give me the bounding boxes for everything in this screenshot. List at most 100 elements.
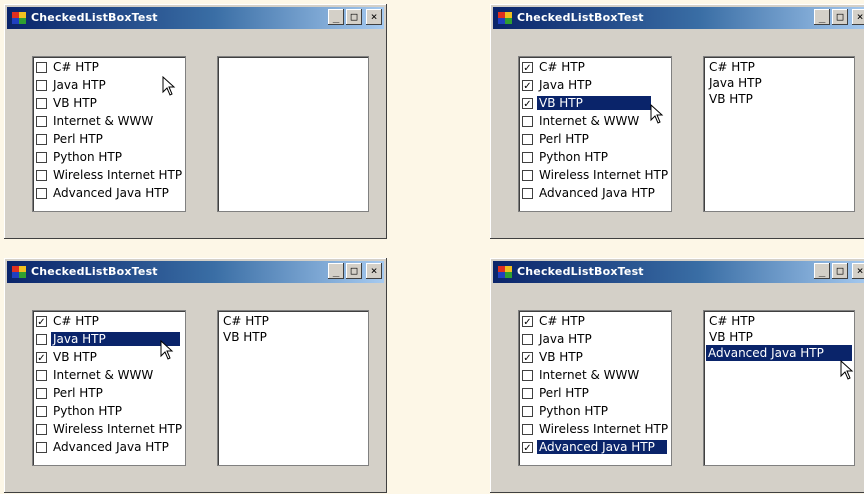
checkbox-checked[interactable]: ✓ [522,61,533,74]
list-item[interactable]: Advanced Java HTP [36,184,171,202]
list-item[interactable]: ✓ C# HTP [522,58,587,76]
checked-list-box[interactable]: ✓ C# HTP Java HTP ✓ VB HTP Internet & WWW … [32,310,186,466]
list-item[interactable]: VB HTP [36,94,99,112]
checkbox[interactable] [36,187,47,199]
list-item-selected[interactable]: ✓ Advanced Java HTP [522,438,667,456]
list-item[interactable]: Perl HTP [522,384,591,402]
list-item[interactable]: ✓ Java HTP [522,76,594,94]
checkbox[interactable] [36,333,47,345]
list-item[interactable]: C# HTP [36,58,101,76]
checkbox[interactable] [36,115,47,127]
list-item-label: VB HTP [53,96,97,110]
checkbox[interactable] [522,187,533,199]
list-item[interactable]: Internet & WWW [522,366,641,384]
checkbox-checked[interactable]: ✓ [522,97,533,110]
title-bar[interactable]: CheckedListBoxTest _ □ × [493,261,864,283]
close-button[interactable]: × [852,9,864,25]
list-item[interactable]: ✓ C# HTP [522,312,587,330]
minimize-button[interactable]: _ [328,263,344,279]
list-item[interactable]: ✓ VB HTP [522,348,585,366]
title-bar[interactable]: CheckedListBoxTest _ □ × [493,7,864,29]
list-item[interactable]: Java HTP [522,330,594,348]
checkbox[interactable] [522,387,533,399]
window-4: CheckedListBoxTest _ □ × ✓ C# HTP Java HT… [490,258,864,493]
checkbox-checked[interactable]: ✓ [36,351,47,364]
checkbox[interactable] [522,151,533,163]
list-item[interactable]: Internet & WWW [522,112,641,130]
close-button[interactable]: × [366,9,382,25]
checkbox-checked[interactable]: ✓ [522,351,533,364]
maximize-button[interactable]: □ [346,263,362,279]
checkbox[interactable] [36,79,47,91]
list-item[interactable]: VB HTP [221,329,269,345]
checkbox[interactable] [36,387,47,399]
checkbox[interactable] [522,405,533,417]
list-item[interactable]: Internet & WWW [36,112,155,130]
checkbox-checked[interactable]: ✓ [522,441,533,454]
list-item[interactable]: Perl HTP [36,384,105,402]
close-button[interactable]: × [852,263,864,279]
window-1: CheckedListBoxTest _ □ × C# HTP Java HTP… [4,4,387,239]
list-item-selected[interactable]: Java HTP [36,330,180,348]
list-item[interactable]: C# HTP [707,313,757,329]
checkbox[interactable] [522,133,533,145]
list-item[interactable]: Advanced Java HTP [522,184,657,202]
list-item[interactable]: Perl HTP [522,130,591,148]
checkbox[interactable] [36,423,47,435]
minimize-button[interactable]: _ [814,263,830,279]
checkbox[interactable] [36,151,47,163]
selected-books-list-box[interactable] [217,56,369,212]
checkbox[interactable] [36,405,47,417]
list-item[interactable]: Python HTP [36,402,124,420]
list-item[interactable]: Wireless Internet HTP [36,420,184,438]
selected-books-list-box[interactable]: C# HTP Java HTP VB HTP [703,56,855,212]
checked-list-box[interactable]: ✓ C# HTP Java HTP ✓ VB HTP Internet & WWW … [518,310,672,466]
list-item[interactable]: Python HTP [36,148,124,166]
close-button[interactable]: × [366,263,382,279]
checkbox[interactable] [36,61,47,73]
list-item[interactable]: Internet & WWW [36,366,155,384]
list-item-selected[interactable]: ✓ VB HTP [522,94,651,112]
list-item[interactable]: Java HTP [36,76,108,94]
list-item[interactable]: Advanced Java HTP [36,438,171,456]
title-bar[interactable]: CheckedListBoxTest _ □ × [7,7,384,29]
checkbox-checked[interactable]: ✓ [522,79,533,92]
list-item[interactable]: C# HTP [707,59,757,75]
checkbox-checked[interactable]: ✓ [522,315,533,328]
checkbox[interactable] [522,423,533,435]
checked-list-box[interactable]: ✓ C# HTP ✓ Java HTP ✓ VB HTP Internet & WWW… [518,56,672,212]
minimize-button[interactable]: _ [328,9,344,25]
checkbox[interactable] [36,97,47,109]
maximize-button[interactable]: □ [346,9,362,25]
checkbox[interactable] [522,115,533,127]
list-item[interactable]: ✓ C# HTP [36,312,101,330]
list-item[interactable]: VB HTP [707,91,755,107]
checkbox[interactable] [522,333,533,345]
list-item[interactable]: Perl HTP [36,130,105,148]
list-item[interactable]: VB HTP [707,329,755,345]
list-item[interactable]: ✓ VB HTP [36,348,99,366]
list-item-label: Advanced Java HTP [539,186,655,200]
checkbox[interactable] [36,169,47,181]
checkbox[interactable] [522,369,533,381]
list-item[interactable]: Wireless Internet HTP [522,420,670,438]
list-item-selected[interactable]: Advanced Java HTP [706,345,852,361]
maximize-button[interactable]: □ [832,263,848,279]
title-bar[interactable]: CheckedListBoxTest _ □ × [7,261,384,283]
list-item[interactable]: Wireless Internet HTP [522,166,670,184]
selected-books-list-box[interactable]: C# HTP VB HTP Advanced Java HTP [703,310,855,466]
list-item[interactable]: Wireless Internet HTP [36,166,184,184]
minimize-button[interactable]: _ [814,9,830,25]
list-item[interactable]: Java HTP [707,75,764,91]
list-item-label: Python HTP [53,404,122,418]
checkbox[interactable] [36,441,47,453]
checkbox[interactable] [522,169,533,181]
checkbox[interactable] [36,369,47,381]
selected-books-list-box[interactable]: C# HTP VB HTP [217,310,369,466]
list-item[interactable]: Python HTP [522,402,610,420]
checkbox-checked[interactable]: ✓ [36,315,47,328]
list-item[interactable]: C# HTP [221,313,271,329]
list-item[interactable]: Python HTP [522,148,610,166]
checkbox[interactable] [36,133,47,145]
maximize-button[interactable]: □ [832,9,848,25]
